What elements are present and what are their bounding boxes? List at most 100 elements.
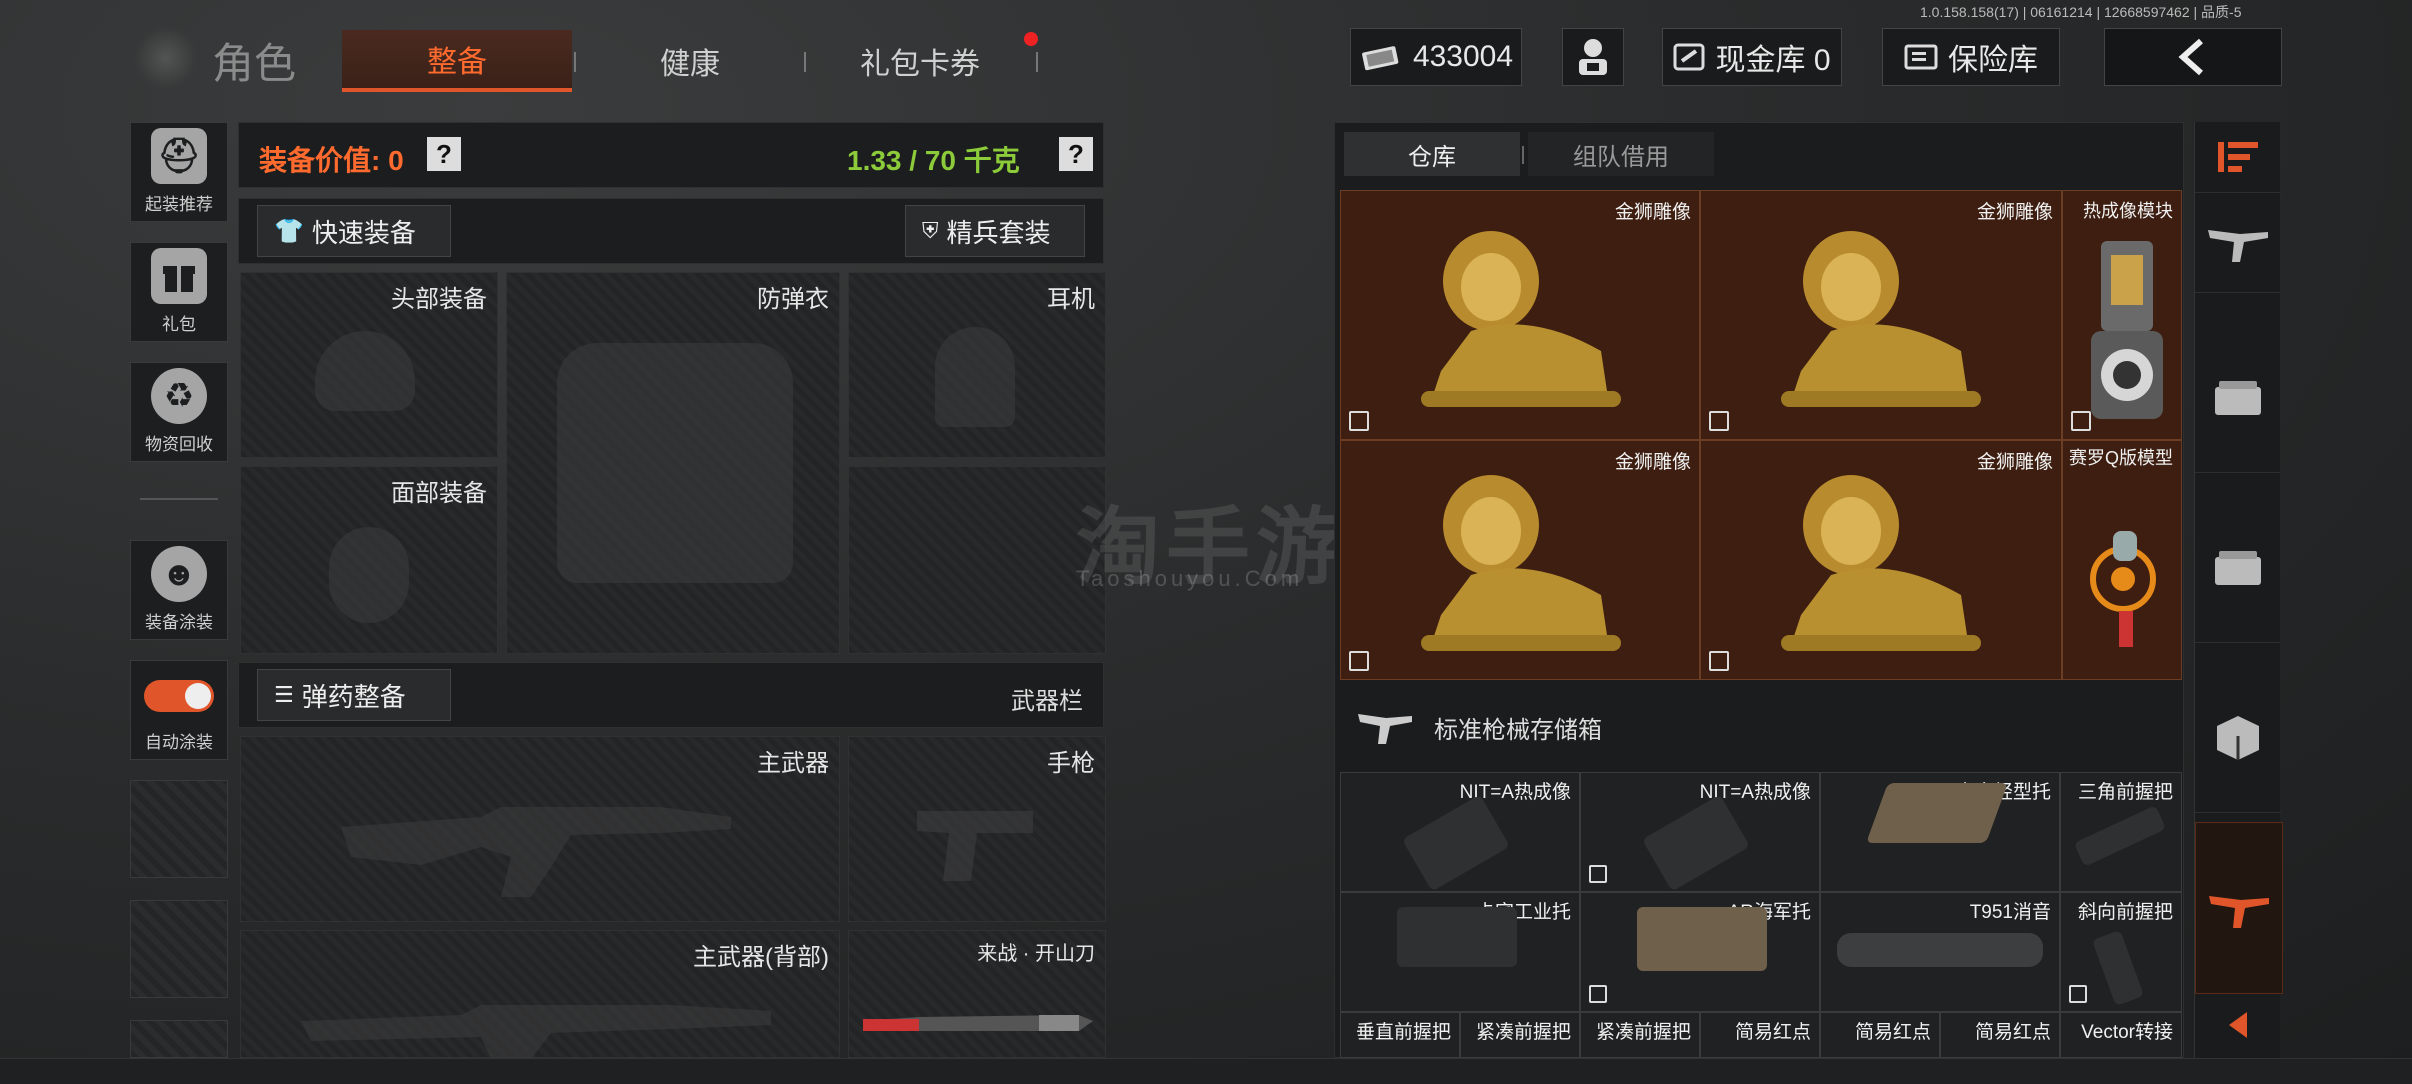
grid-item[interactable]: 紧凑前握把 bbox=[1460, 1012, 1580, 1058]
item-name: 金狮雕像 bbox=[1976, 202, 2053, 223]
version-text: 1.0.158.158(17) | 06161214 | 12668597462… bbox=[1920, 4, 2242, 20]
body-armor-slot[interactable]: 防弹衣 bbox=[506, 272, 840, 654]
item-name: 三角前握把 bbox=[2077, 782, 2173, 803]
warehouse-item-gold-lion[interactable]: 金狮雕像 bbox=[1340, 440, 1700, 680]
sidebar-divider bbox=[140, 498, 218, 500]
headset-slot[interactable]: 耳机 bbox=[848, 272, 1106, 458]
storage-box-header bbox=[1356, 704, 1416, 753]
sidebar-item-gift[interactable]: 礼包 bbox=[130, 242, 228, 342]
suppressor-part-icon bbox=[1837, 933, 2043, 967]
sidebar-item-recommended-loadout[interactable]: ⛑ 起装推荐 bbox=[130, 122, 228, 222]
grid-item[interactable]: NIT=A热成像 bbox=[1580, 772, 1820, 892]
category-weapons[interactable] bbox=[2195, 192, 2281, 293]
tab-gift-cards[interactable]: 礼包卡券 bbox=[820, 30, 1020, 92]
category-crate[interactable] bbox=[2195, 662, 2281, 813]
grid-item[interactable]: 紧凑前握把 bbox=[1580, 1012, 1700, 1058]
grid-item[interactable]: 简易红点 bbox=[1700, 1012, 1820, 1058]
sidebar-item-equip-paint[interactable]: ☻ 装备涂装 bbox=[130, 540, 228, 640]
auto-paint-toggle[interactable] bbox=[144, 680, 214, 712]
insurance-vault-button[interactable]: 保险库 bbox=[1882, 28, 2060, 86]
item-name: 紧凑前握把 bbox=[1595, 1022, 1691, 1043]
tab-divider bbox=[1036, 52, 1038, 72]
tab-health[interactable]: 健康 bbox=[590, 30, 790, 92]
storage-box-label: 标准枪械存储箱 bbox=[1434, 717, 1602, 744]
sidebar-item-label: 物资回收 bbox=[145, 435, 213, 454]
item-tag-icon bbox=[2071, 411, 2091, 431]
shirt-icon: 👕 bbox=[274, 217, 304, 245]
bottom-bar bbox=[0, 1058, 2412, 1084]
item-name: 垂直前握把 bbox=[1355, 1022, 1451, 1043]
slot-label: 耳机 bbox=[1047, 286, 1095, 313]
cash-vault-button[interactable]: 现金库 0 bbox=[1662, 28, 1842, 86]
figure-model-icon bbox=[2090, 531, 2156, 647]
elite-set-button[interactable]: ⛨ 精兵套装 bbox=[905, 205, 1085, 257]
notification-dot bbox=[1024, 32, 1038, 46]
primary-weapon-back-slot[interactable]: 主武器(背部) bbox=[240, 930, 840, 1059]
grid-item[interactable]: AR海军托 bbox=[1580, 892, 1820, 1012]
category-storage-b[interactable] bbox=[2195, 492, 2281, 643]
tab-team-borrow[interactable]: 组队借用 bbox=[1528, 132, 1714, 176]
grid-item[interactable]: 斜向前握把 bbox=[2060, 892, 2182, 1012]
weapon-bar-label: 武器栏 bbox=[1011, 688, 1083, 715]
machete-icon bbox=[863, 1015, 1093, 1031]
gold-lion-statue-icon bbox=[1781, 231, 1981, 407]
slot-label: 主武器(背部) bbox=[693, 944, 829, 971]
warehouse-item-gold-lion[interactable]: 金狮雕像 bbox=[1700, 190, 2062, 440]
primary-weapon-slot[interactable]: 主武器 bbox=[240, 736, 840, 922]
grid-item[interactable]: T951消音 bbox=[1820, 892, 2060, 1012]
help-icon[interactable]: ? bbox=[1059, 137, 1093, 171]
gold-lion-statue-icon bbox=[1781, 475, 1981, 651]
quick-equip-button[interactable]: 👕 快速装备 bbox=[257, 205, 451, 257]
warehouse-item-thermal-module[interactable]: 热成像模块 bbox=[2062, 190, 2182, 440]
tab-loadout[interactable]: 整备 bbox=[342, 30, 572, 92]
grid-item[interactable]: 简易红点 bbox=[1940, 1012, 2060, 1058]
warehouse-item-zero-model[interactable]: 赛罗Q版模型 bbox=[2062, 440, 2182, 680]
category-gun-storage-active[interactable] bbox=[2195, 822, 2283, 994]
grid-item[interactable]: NIT=A热成像 bbox=[1340, 772, 1580, 892]
head-equipment-slot[interactable]: 头部装备 bbox=[240, 272, 498, 458]
sidebar-item-auto-paint[interactable]: 自动涂装 bbox=[130, 660, 228, 760]
item-tag-icon bbox=[1709, 411, 1729, 431]
pistol-slot[interactable]: 手枪 bbox=[848, 736, 1106, 922]
grid-item[interactable]: Vector转接 bbox=[2060, 1012, 2182, 1058]
sort-button[interactable] bbox=[2195, 122, 2281, 193]
soldier-icon: ☻ bbox=[151, 546, 207, 602]
thermal-module-icon bbox=[2091, 241, 2163, 419]
currency-display[interactable]: 433004 bbox=[1350, 28, 1522, 86]
gold-lion-statue-icon bbox=[1421, 475, 1621, 651]
mask-silhouette-icon bbox=[329, 527, 409, 623]
item-tag-icon bbox=[2069, 985, 2087, 1003]
face-equipment-slot[interactable]: 面部装备 bbox=[240, 466, 498, 654]
helmet-silhouette-icon bbox=[315, 331, 415, 411]
tab-divider bbox=[804, 52, 806, 72]
ammo-button[interactable]: ☰ 弹药整备 bbox=[257, 669, 451, 721]
help-icon[interactable]: ? bbox=[427, 137, 461, 171]
crate-icon bbox=[2217, 716, 2259, 760]
grid-item[interactable]: 卡宾工业托 bbox=[1340, 892, 1580, 1012]
category-storage-a[interactable] bbox=[2195, 322, 2281, 473]
warehouse-item-gold-lion[interactable]: 金狮雕像 bbox=[1340, 190, 1700, 440]
grid-item[interactable]: 卡宾轻型托 bbox=[1820, 772, 2060, 892]
item-tag-icon bbox=[1589, 865, 1607, 883]
cash-vault-label: 现金库 0 bbox=[1715, 44, 1831, 77]
cash-icon bbox=[1362, 46, 1399, 71]
tab-warehouse[interactable]: 仓库 bbox=[1344, 132, 1520, 176]
stock-part-icon bbox=[1866, 783, 2008, 843]
sidebar-empty-slot bbox=[130, 1020, 228, 1058]
scope-part-icon bbox=[1642, 794, 1750, 892]
rifle-icon bbox=[2208, 230, 2268, 262]
currency-value: 433004 bbox=[1412, 40, 1514, 73]
item-tag-icon bbox=[1349, 411, 1369, 431]
back-button[interactable] bbox=[2104, 28, 2282, 86]
elite-set-label: 精兵套装 bbox=[946, 217, 1051, 248]
item-name: 简易红点 bbox=[1854, 1022, 1931, 1043]
agent-button[interactable] bbox=[1562, 28, 1624, 86]
warehouse-item-gold-lion[interactable]: 金狮雕像 bbox=[1700, 440, 2062, 680]
grid-item[interactable]: 简易红点 bbox=[1820, 1012, 1940, 1058]
collapse-button[interactable] bbox=[2195, 992, 2281, 1059]
grid-item[interactable]: 垂直前握把 bbox=[1340, 1012, 1460, 1058]
melee-weapon-slot[interactable]: 来战 · 开山刀 bbox=[848, 930, 1106, 1058]
grid-item[interactable]: 三角前握把 bbox=[2060, 772, 2182, 892]
sidebar-item-label: 装备涂装 bbox=[145, 613, 213, 632]
sidebar-item-recycle[interactable]: ♻ 物资回收 bbox=[130, 362, 228, 462]
